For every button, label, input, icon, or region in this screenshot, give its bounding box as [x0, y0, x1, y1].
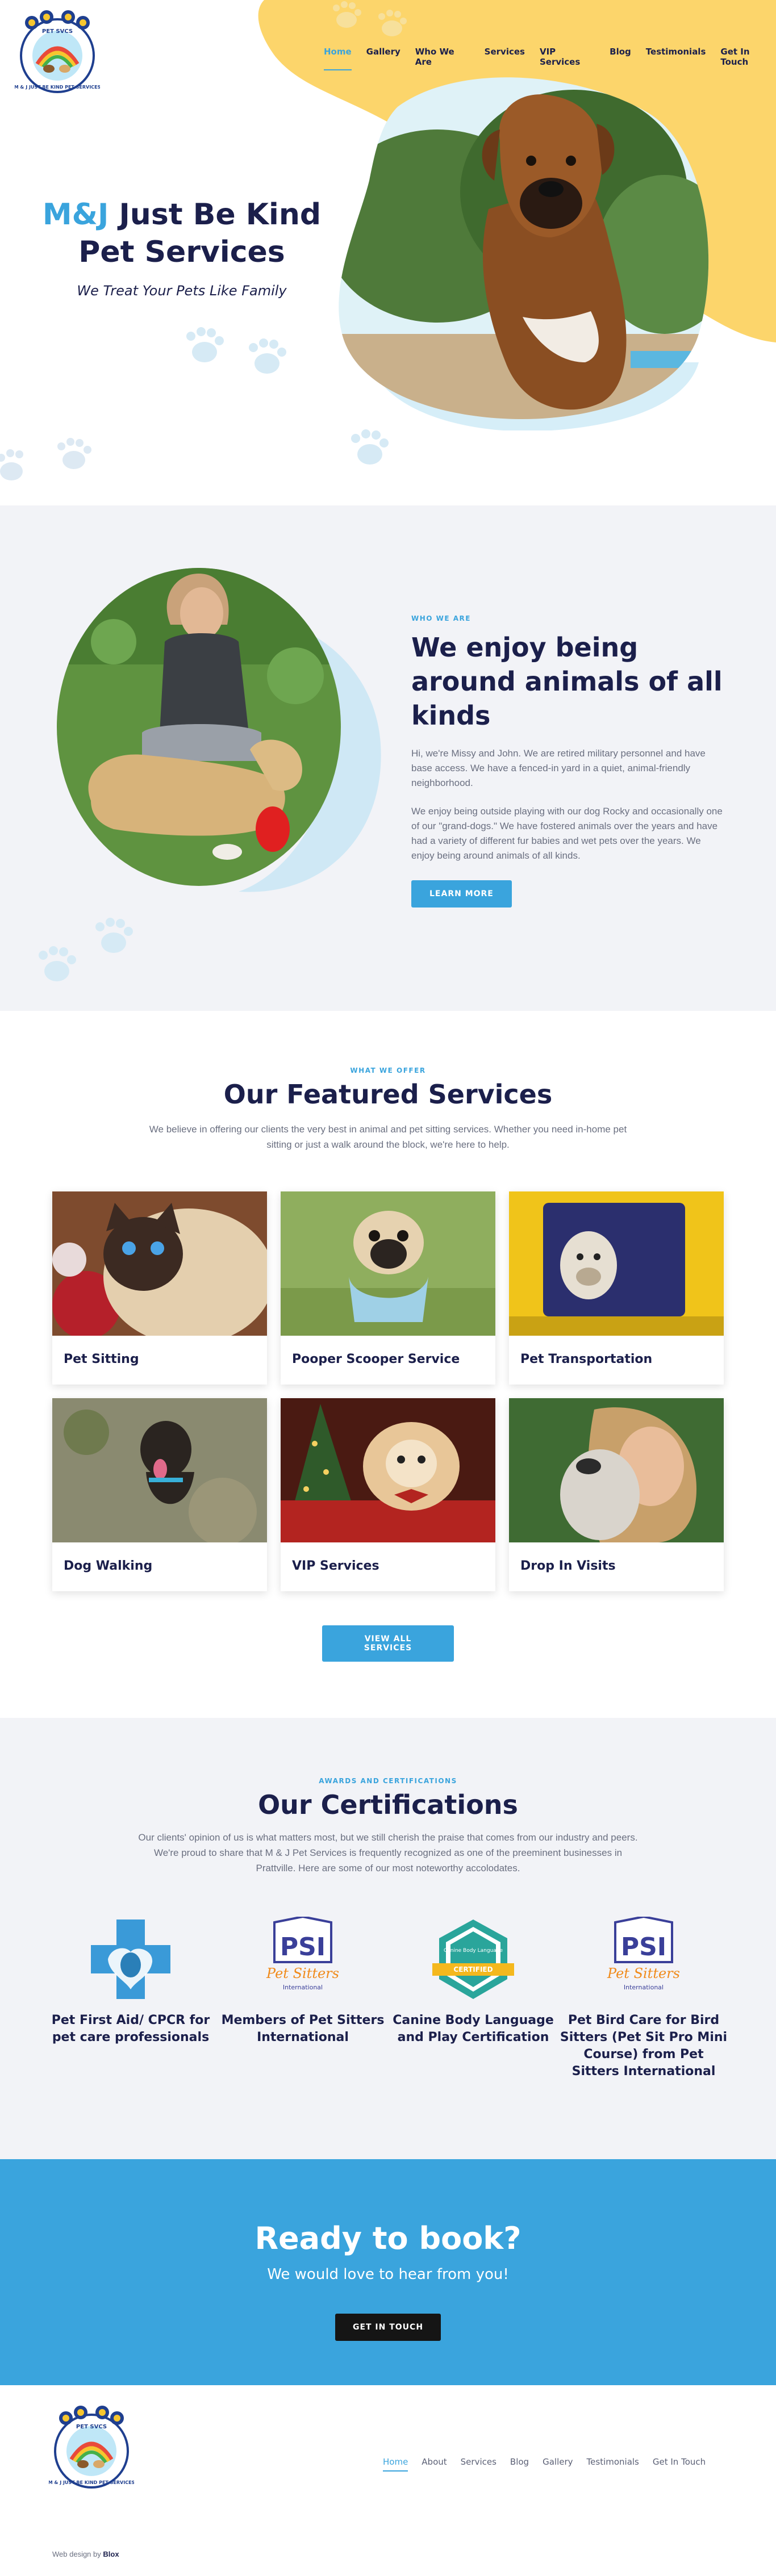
hero-title-accent: M&J [42, 198, 109, 232]
cert-title: Pet First Aid/ CPCR for pet care profess… [51, 2013, 210, 2044]
canine-certified-badge-icon: Canine Body Language CERTIFIED [432, 1920, 514, 1999]
svg-text:M & J JUST BE KIND PET SERVICE: M & J JUST BE KIND PET SERVICES [49, 2480, 134, 2485]
service-card-pet-sitting[interactable]: Pet Sitting [52, 1191, 274, 1385]
footer-logo[interactable]: PET SVCS M & J JUST BE KIND PET SERVICES [49, 2406, 134, 2491]
svg-text:CERTIFIED: CERTIFIED [453, 1966, 493, 1973]
service-card-label: Pet Sitting [64, 1352, 139, 1366]
services-eyebrow: WHAT WE OFFER [350, 1067, 426, 1074]
pug-image [281, 1191, 495, 1336]
psi-logo-icon: PSI Pet Sitters International [607, 1917, 680, 1991]
certs-intro: Our clients' opinion of us is what matte… [138, 1832, 638, 1874]
footer-nav: Home About Services Blog Gallery Testimo… [383, 2457, 706, 2472]
cert-psi-member: PSI Pet Sitters International Members of… [218, 1917, 388, 2046]
about-section: WHO WE ARE We enjoy being around animals… [0, 505, 776, 1011]
svg-text:Pet Sitters: Pet Sitters [607, 1966, 680, 1981]
about-eyebrow: WHO WE ARE [411, 614, 471, 622]
credit-brand-link[interactable]: Blox [103, 2550, 119, 2558]
cta-subtitle: We would love to hear from you! [267, 2266, 509, 2283]
cert-title: Canine Body Language and Play Certificat… [393, 2013, 554, 2044]
service-card-pooper-scooper[interactable]: Pooper Scooper Service [281, 1191, 495, 1385]
hero-title-rest: Just Be Kind Pet Services [78, 198, 322, 269]
svg-text:International: International [283, 1984, 323, 1991]
services-heading: Our Featured Services [223, 1079, 553, 1110]
woman-with-dog-image [509, 1398, 724, 1542]
paw-prints-hero [186, 327, 286, 374]
cta-heading: Ready to book? [255, 2220, 521, 2256]
cert-canine-body-language: Canine Body Language CERTIFIED Canine Bo… [388, 1917, 558, 2046]
service-card-drop-in-visits[interactable]: Drop In Visits [509, 1398, 724, 1591]
services-intro: We believe in offering our clients the v… [149, 1124, 627, 1150]
hero-subtitle: We Treat Your Pets Like Family [77, 283, 287, 299]
service-card-vip-services[interactable]: VIP Services [281, 1398, 495, 1591]
hero-dog-photo [339, 77, 709, 430]
services-section: WHAT WE OFFER Our Featured Services We b… [0, 1011, 776, 1718]
black-puppy-image [52, 1398, 267, 1546]
service-card-label: Drop In Visits [520, 1559, 616, 1573]
footer-nav-services[interactable]: Services [461, 2457, 497, 2472]
hero-section: PET SVCS M & J JUST BE KIND PET SERVICES… [0, 0, 776, 505]
cert-pet-bird-care: PSI Pet Sitters International Pet Bird C… [558, 1917, 729, 2080]
footer-nav-testimonials[interactable]: Testimonials [587, 2457, 639, 2472]
about-text-block: WHO WE ARE We enjoy being around animals… [411, 614, 724, 908]
web-design-credit: Web design by Blox [52, 2550, 119, 2558]
paw-prints-about [39, 918, 133, 981]
paw-prints-bottom [351, 429, 389, 465]
paw-prints-left [0, 438, 91, 480]
cert-title: Members of Pet Sitters International [221, 2013, 385, 2044]
about-paragraph-1: Hi, we're Missy and John. We are retired… [411, 748, 706, 788]
footer-nav-gallery[interactable]: Gallery [543, 2457, 573, 2472]
footer-nav-get-in-touch[interactable]: Get In Touch [653, 2457, 706, 2472]
svg-text:PET SVCS: PET SVCS [42, 28, 73, 35]
service-card-dog-walking[interactable]: Dog Walking [52, 1398, 267, 1591]
service-card-label: VIP Services [292, 1559, 379, 1573]
svg-text:M & J JUST BE KIND PET SERVICE: M & J JUST BE KIND PET SERVICES [15, 85, 100, 90]
cert-title: Pet Bird Care for Bird Sitters (Pet Sit … [560, 2013, 728, 2079]
psi-logo-icon: PSI Pet Sitters International [266, 1917, 339, 1991]
certifications-section: AWARDS AND CERTIFICATIONS Our Certificat… [0, 1718, 776, 2159]
service-card-pet-transportation[interactable]: Pet Transportation [509, 1191, 724, 1385]
svg-text:Pet Sitters: Pet Sitters [266, 1966, 339, 1981]
svg-text:PET SVCS: PET SVCS [76, 2424, 107, 2430]
cta-section: Ready to book? We would love to hear fro… [0, 2159, 776, 2385]
service-card-label: Pooper Scooper Service [292, 1352, 460, 1366]
svg-text:PSI: PSI [621, 1933, 666, 1962]
credit-prefix: Web design by [52, 2550, 101, 2558]
cert-first-aid: Pet First Aid/ CPCR for pet care profess… [45, 1917, 216, 2046]
services-grid: Pet Sitting Pooper Scooper Service Pet T… [52, 1191, 724, 1591]
service-card-label: Pet Transportation [520, 1352, 653, 1366]
get-in-touch-button[interactable]: GET IN TOUCH [335, 2314, 441, 2341]
about-paragraph-2: We enjoy being outside playing with our … [411, 806, 723, 861]
certs-heading: Our Certifications [258, 1789, 518, 1820]
view-all-services-button[interactable]: VIEW ALL SERVICES [322, 1625, 454, 1662]
svg-text:PSI: PSI [280, 1933, 326, 1962]
pomeranian-christmas-image [281, 1398, 495, 1542]
about-heading: We enjoy being around animals of all kin… [411, 632, 723, 731]
svg-text:Canine Body Language: Canine Body Language [444, 1948, 503, 1954]
footer-nav-blog[interactable]: Blog [510, 2457, 529, 2472]
dog-in-van-image [509, 1191, 724, 1336]
footer-nav-about[interactable]: About [422, 2457, 447, 2472]
site-footer: PET SVCS M & J JUST BE KIND PET SERVICES… [0, 2385, 776, 2576]
svg-text:International: International [624, 1984, 664, 1991]
certs-eyebrow: AWARDS AND CERTIFICATIONS [319, 1777, 457, 1785]
about-woman-dog-photo [57, 568, 381, 892]
nav-get-in-touch[interactable]: Get In Touch [720, 47, 776, 70]
service-card-label: Dog Walking [64, 1559, 153, 1573]
first-aid-cross-icon [91, 1920, 170, 1999]
site-logo[interactable]: PET SVCS M & J JUST BE KIND PET SERVICES [15, 10, 100, 95]
learn-more-button[interactable]: LEARN MORE [411, 880, 512, 908]
paw-prints-top [333, 1, 407, 36]
siamese-cat-image [52, 1191, 274, 1345]
footer-nav-home[interactable]: Home [383, 2457, 408, 2472]
hero-title: M&J Just Be Kind Pet Services [34, 196, 329, 271]
